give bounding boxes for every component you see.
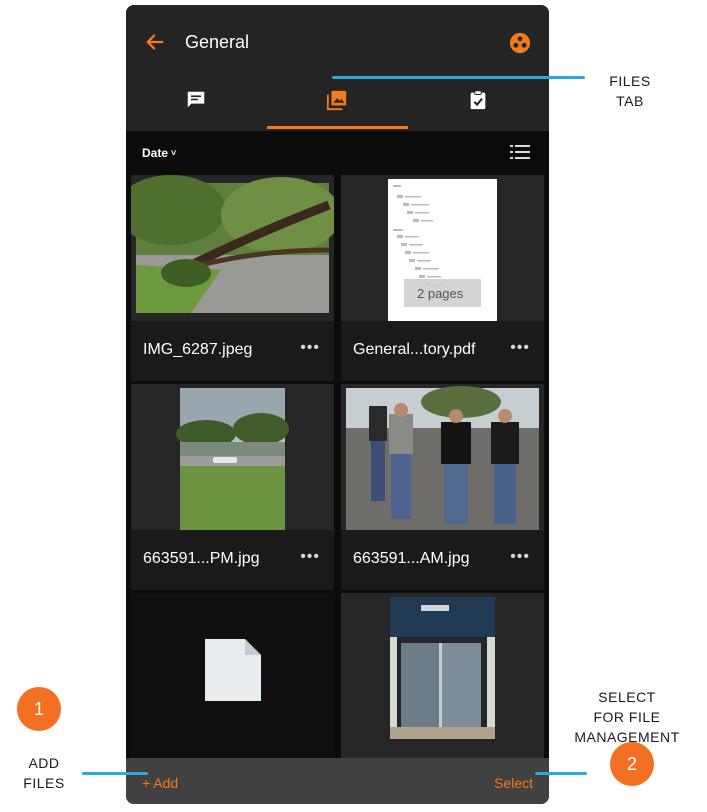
tab-chat[interactable] — [126, 85, 267, 129]
callout-line-1: ADD — [28, 755, 60, 771]
callout-line-2: FOR FILE — [593, 709, 661, 725]
bottom-action-bar: + Add Select — [126, 758, 549, 804]
file-tile[interactable] — [341, 593, 544, 758]
file-thumbnail — [131, 175, 334, 321]
arrow-left-icon[interactable] — [144, 31, 166, 53]
step-2-badge: 2 — [610, 742, 654, 786]
photo-thumbnail-image — [131, 175, 334, 313]
callout-line-2: TAB — [616, 93, 644, 109]
sort-bar: Date ˅ — [126, 131, 549, 173]
select-button[interactable]: Select — [494, 775, 533, 791]
files-tab-callout: FILES TAB — [590, 71, 670, 111]
page-count-badge: 2 pages — [417, 286, 464, 301]
file-caption: 663591...AM.jpg ••• — [341, 530, 544, 590]
file-tile[interactable]: 663591...PM.jpg ••• — [131, 384, 334, 590]
file-thumbnail — [131, 384, 334, 530]
file-tile[interactable]: 663591...AM.jpg ••• — [341, 384, 544, 590]
list-view-icon[interactable] — [510, 144, 530, 160]
callout-line-2: FILES — [23, 775, 65, 791]
file-name: General...tory.pdf — [353, 341, 476, 358]
file-name: 663591...AM.jpg — [353, 550, 470, 567]
photo-thumbnail-image — [390, 597, 495, 739]
tab-tasks[interactable] — [408, 85, 549, 129]
file-thumbnail — [341, 384, 544, 530]
file-name: 663591...PM.jpg — [143, 550, 260, 567]
sort-date-dropdown[interactable]: Date ˅ — [142, 146, 176, 160]
more-options-icon[interactable]: ••• — [510, 339, 530, 357]
file-tile[interactable]: IMG_6287.jpeg ••• — [131, 175, 334, 381]
clipboard-check-icon — [470, 90, 486, 110]
sort-label: Date — [142, 146, 169, 160]
file-name: IMG_6287.jpeg — [143, 341, 253, 358]
document-file-icon — [205, 639, 261, 701]
tutorial-canvas: General Date ˅ IMG_6287.jpeg ••• 2 pages… — [0, 0, 707, 812]
tab-files[interactable] — [267, 85, 408, 129]
more-options-icon[interactable]: ••• — [510, 548, 530, 566]
file-tile[interactable]: 2 pages General...tory.pdf ••• — [341, 175, 544, 381]
page-title: General — [185, 32, 250, 52]
callout-line-1: FILES — [609, 73, 651, 89]
add-files-callout-line — [82, 772, 148, 775]
step-1-badge: 1 — [17, 687, 61, 731]
add-button[interactable]: + Add — [142, 775, 178, 791]
chat-icon — [187, 91, 205, 108]
more-options-icon[interactable]: ••• — [300, 339, 320, 357]
file-caption: IMG_6287.jpeg ••• — [131, 321, 334, 381]
select-callout: SELECT FOR FILE MANAGEMENT — [557, 687, 697, 747]
more-options-icon[interactable]: ••• — [300, 548, 320, 566]
file-thumbnail — [341, 593, 544, 739]
file-thumbnail: 2 pages — [341, 175, 544, 321]
photo-thumbnail-image — [346, 386, 539, 530]
select-callout-line — [535, 772, 587, 775]
add-files-callout: ADD FILES — [10, 753, 78, 793]
photo-thumbnail-image — [176, 388, 289, 530]
active-tab-indicator — [267, 126, 408, 129]
file-caption: 663591...PM.jpg ••• — [131, 530, 334, 590]
file-caption: General...tory.pdf ••• — [341, 321, 544, 381]
files-tab-callout-line — [332, 76, 585, 79]
chevron-down-icon: ˅ — [171, 148, 177, 158]
file-tile[interactable] — [131, 593, 334, 758]
app-header: General — [126, 5, 549, 131]
team-circle-icon[interactable] — [509, 32, 531, 54]
phone-screen: General Date ˅ IMG_6287.jpeg ••• 2 pages… — [126, 5, 549, 804]
callout-line-1: SELECT — [598, 689, 656, 705]
image-gallery-icon — [326, 90, 347, 111]
